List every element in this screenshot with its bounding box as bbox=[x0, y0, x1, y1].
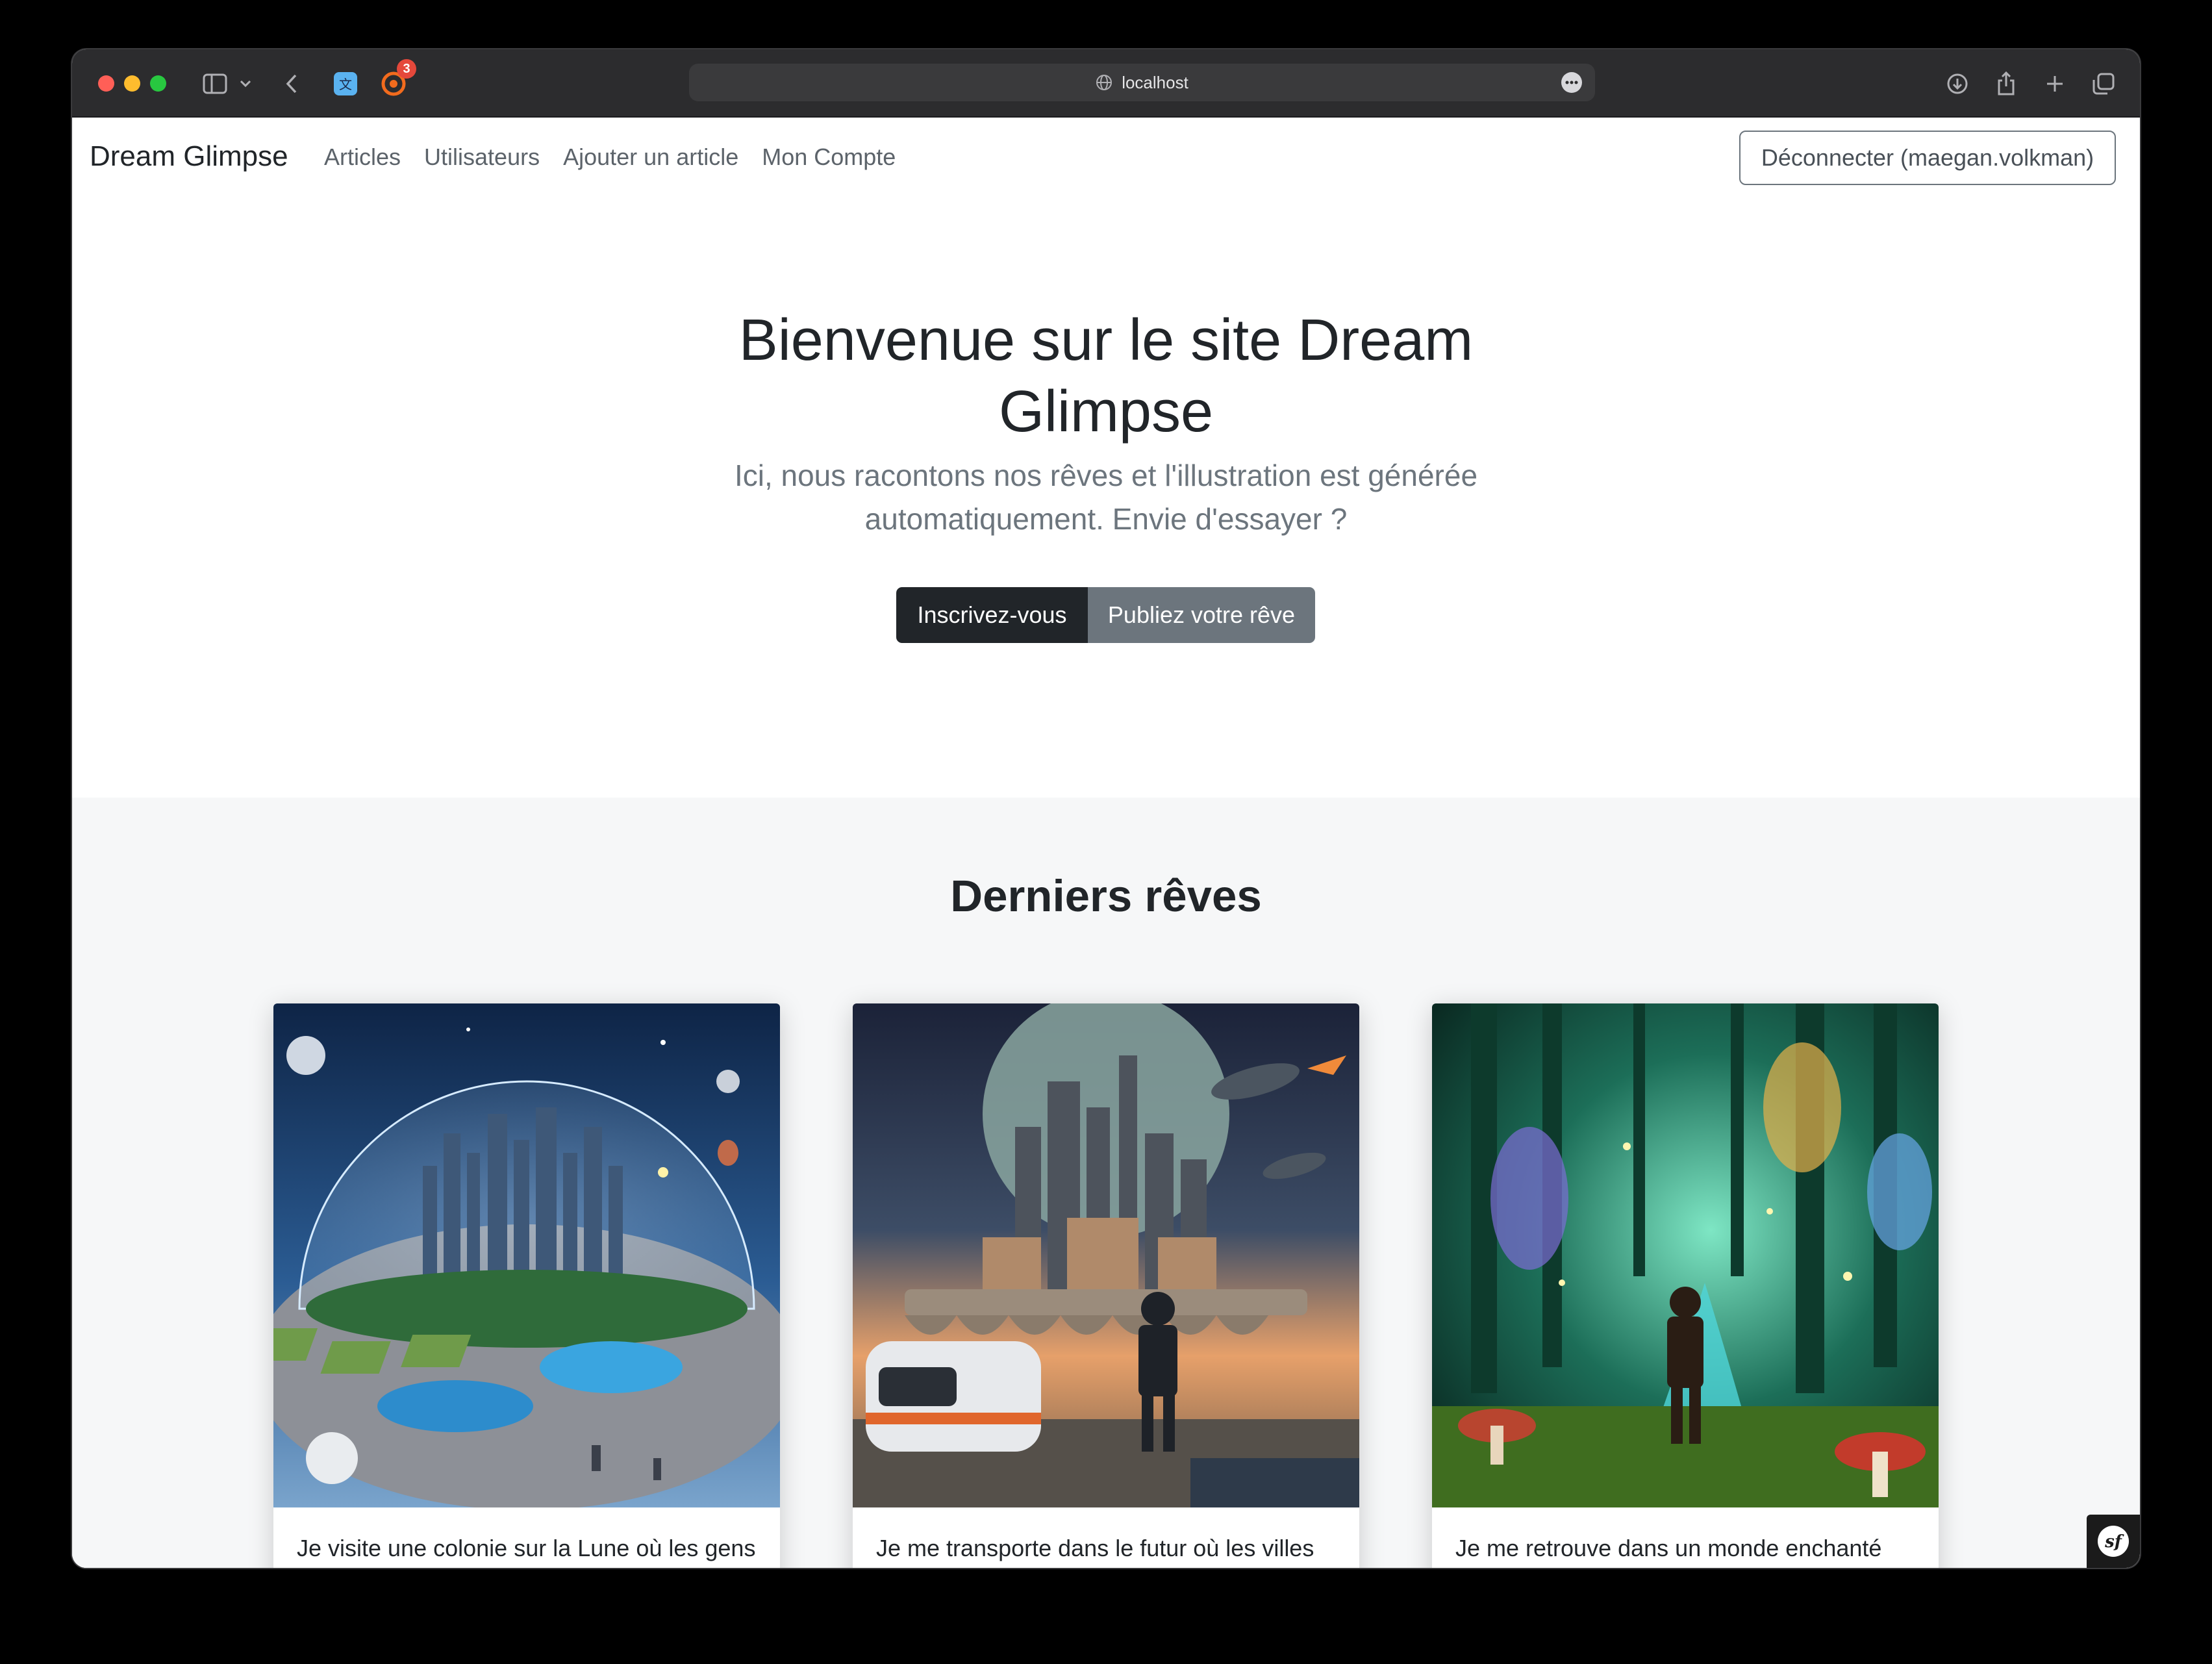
extension-badge: 3 bbox=[397, 59, 416, 79]
section-heading: Derniers rêves bbox=[950, 871, 1262, 921]
zoom-window-button[interactable] bbox=[150, 75, 166, 92]
dream-card[interactable]: Je visite une colonie sur la Lune où les… bbox=[273, 1003, 780, 1568]
web-page: Dream Glimpse Articles Utilisateurs Ajou… bbox=[72, 118, 2140, 1568]
hero-button-group: Inscrivez-vous Publiez votre rêve bbox=[896, 587, 1315, 643]
hero-section: Bienvenue sur le site Dream Glimpse Ici,… bbox=[72, 207, 2140, 541]
nav-link-add-article[interactable]: Ajouter un article bbox=[563, 144, 738, 171]
browser-window: 文 3 localhost Dream Glimpse Articles Uti… bbox=[72, 49, 2140, 1568]
latest-dreams-section: Derniers rêves Je visite une colonie sur… bbox=[72, 798, 2140, 1568]
share-icon[interactable] bbox=[1991, 69, 2021, 99]
signup-button[interactable]: Inscrivez-vous bbox=[896, 587, 1088, 643]
new-tab-icon[interactable] bbox=[2040, 69, 2070, 99]
nav-links: Articles Utilisateurs Ajouter un article… bbox=[324, 144, 896, 171]
sidebar-toggle-icon[interactable] bbox=[199, 69, 231, 99]
site-navbar: Dream Glimpse Articles Utilisateurs Ajou… bbox=[72, 118, 2140, 207]
nav-link-users[interactable]: Utilisateurs bbox=[424, 144, 540, 171]
symfony-logo-icon: sf bbox=[2098, 1526, 2129, 1557]
dream-illustration-future-city[interactable] bbox=[853, 1003, 1359, 1507]
address-bar-url: localhost bbox=[1122, 72, 1188, 92]
dream-illustration-moon-colony[interactable] bbox=[273, 1003, 780, 1507]
svg-text:sf: sf bbox=[2104, 1532, 2124, 1552]
symfony-toolbar-toggle[interactable]: sf bbox=[2087, 1515, 2140, 1568]
close-window-button[interactable] bbox=[98, 75, 114, 92]
dream-card-excerpt: Je me retrouve dans un monde enchanté pe… bbox=[1455, 1535, 1882, 1561]
logout-button[interactable]: Déconnecter (maegan.volkman) bbox=[1739, 131, 2116, 185]
svg-text:文: 文 bbox=[339, 77, 352, 92]
publish-dream-button[interactable]: Publiez votre rêve bbox=[1088, 587, 1315, 643]
more-options-icon[interactable] bbox=[1561, 72, 1582, 93]
globe-icon bbox=[1096, 74, 1112, 91]
site-brand[interactable]: Dream Glimpse bbox=[90, 140, 288, 173]
dream-card-excerpt: Je visite une colonie sur la Lune où les… bbox=[297, 1535, 756, 1561]
translate-extension-icon[interactable]: 文 bbox=[331, 69, 360, 99]
dream-card[interactable]: Je me transporte dans le futur où les vi… bbox=[853, 1003, 1359, 1568]
tab-overview-icon[interactable] bbox=[2089, 69, 2118, 99]
dream-card[interactable]: Je me retrouve dans un monde enchanté pe… bbox=[1432, 1003, 1939, 1568]
hero-title: Bienvenue sur le site Dream Glimpse bbox=[738, 308, 1474, 444]
browser-titlebar: 文 3 localhost bbox=[72, 49, 2140, 118]
dream-card-excerpt: Je me transporte dans le futur où les vi… bbox=[876, 1535, 1314, 1561]
address-bar[interactable]: localhost bbox=[689, 64, 1595, 101]
minimize-window-button[interactable] bbox=[124, 75, 140, 92]
dream-illustration-enchanted-forest[interactable] bbox=[1432, 1003, 1939, 1507]
back-arrow-icon[interactable] bbox=[279, 69, 305, 99]
nav-link-my-account[interactable]: Mon Compte bbox=[762, 144, 896, 171]
download-icon[interactable] bbox=[1942, 69, 1972, 99]
nav-link-articles[interactable]: Articles bbox=[324, 144, 401, 171]
chevron-down-icon[interactable] bbox=[236, 69, 255, 99]
hero-subtitle: Ici, nous racontons nos rêves et l'illus… bbox=[734, 459, 1478, 536]
